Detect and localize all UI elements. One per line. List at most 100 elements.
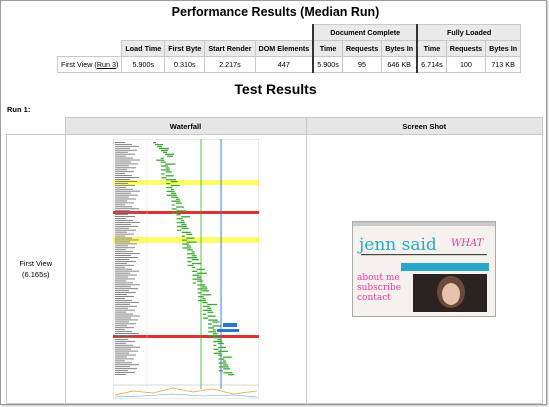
- url-label-line: [114, 338, 128, 340]
- col-doc-requests: Requests: [341, 40, 383, 57]
- request-bar: [207, 315, 216, 317]
- url-label-line: [114, 266, 125, 268]
- url-label-line: [114, 241, 130, 243]
- request-bar: [166, 155, 173, 157]
- request-bar: [181, 231, 191, 233]
- request-bar: [197, 296, 204, 298]
- url-label-line: [114, 323, 136, 325]
- url-label-line: [114, 327, 134, 329]
- url-label-line: [114, 175, 132, 177]
- url-label-line: [114, 337, 137, 338]
- url-label-line: [114, 342, 126, 344]
- request-bar: [217, 342, 224, 345]
- request-bar: [181, 243, 189, 245]
- waterfall-cell: [64, 134, 307, 404]
- url-label-line: [114, 143, 132, 145]
- url-label-line: [114, 220, 133, 221]
- url-label-line: [114, 198, 136, 200]
- request-bar: [201, 298, 205, 300]
- request-bar: [186, 253, 195, 255]
- waterfall-chart: [112, 138, 259, 400]
- url-label-line: [114, 262, 127, 264]
- url-label-line: [114, 268, 132, 270]
- col-load-time: Load Time: [121, 40, 166, 57]
- page-screenshot[interactable]: jenn said WHAT about me subscribe contac…: [352, 221, 497, 317]
- request-bar: [160, 157, 164, 159]
- request-bar: [212, 333, 218, 335]
- request-bar: [222, 368, 230, 370]
- url-label-line: [114, 249, 126, 251]
- request-bar: [165, 175, 174, 177]
- url-label-line: [114, 239, 139, 241]
- perf-blank-cell: [122, 25, 313, 41]
- request-bar: [191, 274, 199, 276]
- url-label-line: [114, 253, 140, 255]
- request-bar: [207, 319, 218, 321]
- request-bar: [181, 247, 191, 249]
- page-frame: Performance Results (Median Run) Documen…: [0, 0, 547, 405]
- request-bar: [160, 149, 168, 152]
- col-full-bytes: Bytes In: [485, 40, 522, 57]
- request-bar: [181, 227, 189, 230]
- url-label-line: [114, 260, 136, 262]
- request-bar: [202, 301, 208, 304]
- url-label-line: [114, 315, 140, 317]
- view-label-cell: First View (6.165s): [6, 134, 66, 404]
- url-label-line: [114, 313, 133, 315]
- row-label-prefix: First View (: [61, 60, 97, 69]
- url-label-line: [114, 299, 132, 301]
- run-link[interactable]: Run 3: [97, 60, 116, 69]
- request-bar: [217, 338, 222, 341]
- url-label-line: [114, 173, 125, 175]
- url-label-line: [114, 231, 127, 233]
- request-bar: [212, 337, 220, 339]
- request-bar: [222, 356, 232, 358]
- request-bar: [170, 192, 176, 194]
- url-label-line: [114, 218, 126, 219]
- request-bar: [192, 278, 202, 280]
- request-bar: [186, 241, 197, 243]
- url-label-line: [114, 309, 135, 311]
- url-label-line: [114, 356, 127, 358]
- url-label-line: [114, 186, 126, 188]
- value-first-byte: 0.310s: [164, 56, 206, 73]
- request-bar: [160, 173, 164, 175]
- request-bar: [191, 266, 195, 269]
- value-full-time: 6.714s: [416, 56, 447, 73]
- request-bar: [176, 229, 181, 232]
- request-bar: [165, 179, 176, 181]
- request-bar: [164, 163, 175, 165]
- side-link-contact: contact: [357, 293, 391, 303]
- url-label-line: [114, 169, 127, 171]
- url-label-line: [114, 214, 128, 216]
- url-label-line: [114, 227, 129, 229]
- request-bar: [166, 190, 174, 193]
- request-bar: [201, 290, 209, 292]
- url-label-line: [114, 235, 125, 237]
- url-label-line: [114, 325, 127, 327]
- url-label-line: [114, 372, 135, 373]
- url-label-line: [114, 333, 139, 334]
- url-label-line: [114, 161, 131, 163]
- url-label-line: [114, 298, 125, 299]
- url-label-line: [114, 184, 135, 186]
- url-label-line: [114, 280, 126, 282]
- url-label-line: [114, 243, 137, 245]
- request-bar: [156, 145, 162, 148]
- request-bar: [202, 313, 206, 315]
- request-bar: [186, 245, 191, 247]
- url-label-line: [114, 142, 125, 143]
- photo-face: [442, 283, 461, 305]
- request-bar: [217, 350, 228, 352]
- request-bar: [171, 212, 179, 214]
- perf-title: Performance Results (Median Run): [171, 5, 380, 19]
- view-label: First View: [19, 259, 53, 268]
- request-bar: [165, 186, 172, 189]
- url-label-line: [114, 155, 126, 157]
- request-bar: [171, 208, 177, 210]
- waterfall-image[interactable]: [112, 138, 259, 400]
- perf-blank-cell: [58, 25, 122, 41]
- url-label-line: [114, 206, 132, 208]
- results-table: Waterfall Screen Shot First View (6.165s…: [6, 117, 543, 404]
- url-label-line: [114, 282, 133, 284]
